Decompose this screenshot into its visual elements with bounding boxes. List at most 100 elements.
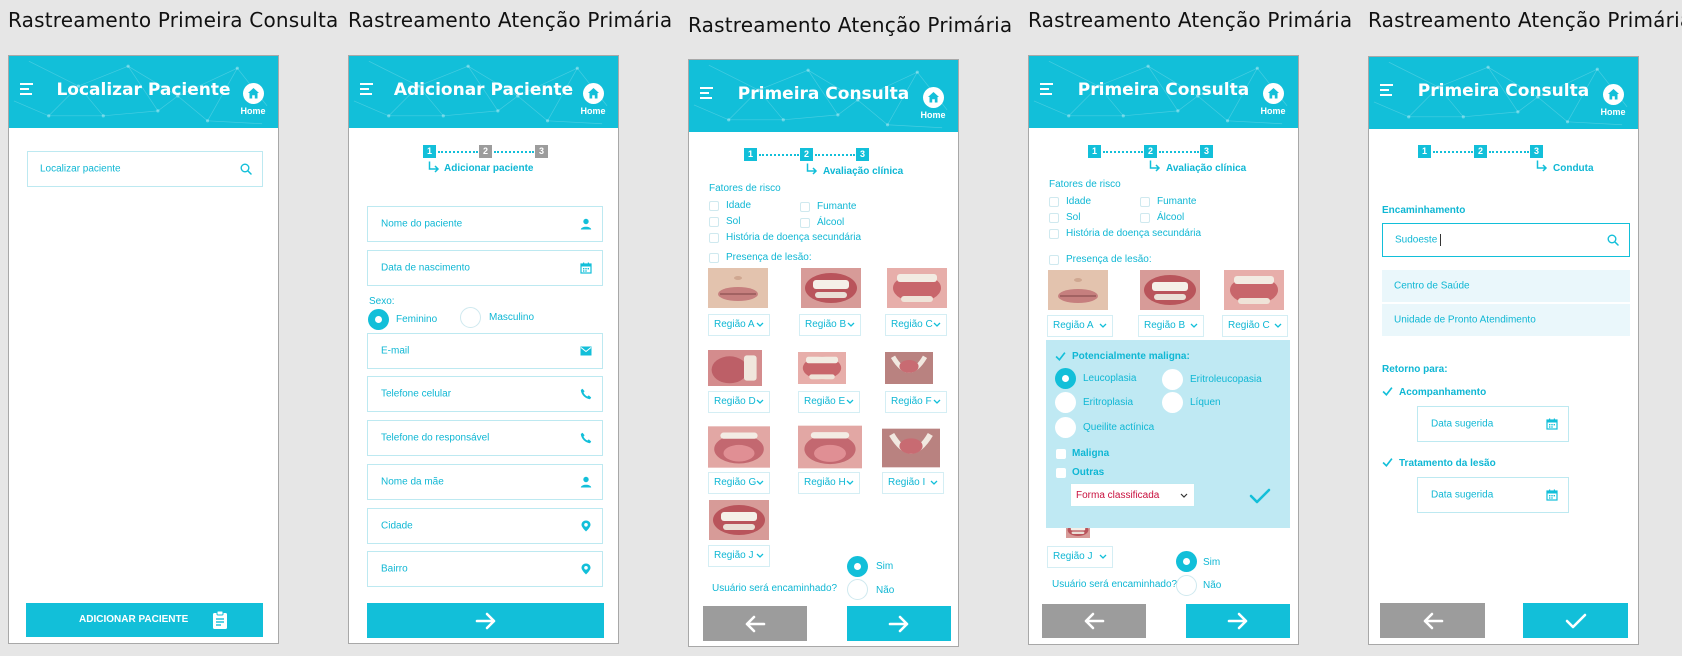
risk-historia-checkbox[interactable] <box>709 233 719 243</box>
mouth-photo-f[interactable] <box>885 348 933 388</box>
follow-up-check-icon[interactable] <box>1382 386 1393 397</box>
referral-search-input[interactable]: Sudoeste <box>1382 223 1630 257</box>
region-e-select[interactable]: Região E <box>798 391 860 413</box>
back-button[interactable] <box>703 606 807 641</box>
next-button[interactable] <box>1186 604 1290 638</box>
region-a-select[interactable]: Região A <box>1047 315 1113 337</box>
mouth-photo-a[interactable] <box>708 268 768 308</box>
region-h-select[interactable]: Região H <box>798 472 860 494</box>
referral-no-radio[interactable] <box>1176 575 1197 596</box>
treatment-check-icon[interactable] <box>1382 457 1393 468</box>
eritroleucoplasia-radio[interactable] <box>1162 369 1183 390</box>
mouth-photo-j[interactable] <box>708 500 770 540</box>
mouth-photo-b[interactable] <box>799 268 863 308</box>
region-c-select[interactable]: Região C <box>885 314 947 336</box>
referral-yes-radio[interactable] <box>1176 551 1197 572</box>
classification-select[interactable]: Forma classificada <box>1070 483 1195 507</box>
name-field[interactable]: Nome do paciente <box>367 206 603 242</box>
region-e-label: Região E <box>804 396 846 407</box>
eritroplasia-radio[interactable] <box>1055 392 1076 413</box>
search-input[interactable]: Localizar paciente <box>27 151 263 187</box>
birthdate-field[interactable]: Data de nascimento <box>367 250 603 286</box>
mouth-photo-a[interactable] <box>1047 270 1109 310</box>
name-placeholder: Nome do paciente <box>381 218 463 230</box>
risk-historia-checkbox[interactable] <box>1049 229 1059 239</box>
sex-masculino-radio[interactable] <box>460 307 481 328</box>
risk-factors-label: Fatores de risco <box>709 183 781 194</box>
confirm-button[interactable] <box>1523 603 1628 638</box>
risk-fumante-checkbox[interactable] <box>800 202 810 212</box>
lesion-presence-checkbox[interactable] <box>1049 255 1059 265</box>
treatment-date-field[interactable]: Data sugerida <box>1417 477 1569 513</box>
liquen-radio[interactable] <box>1162 392 1183 413</box>
maligna-checkbox[interactable] <box>1056 449 1066 459</box>
risk-idade-checkbox[interactable] <box>1049 197 1059 207</box>
referral-no-radio[interactable] <box>847 579 868 600</box>
mother-name-field[interactable]: Nome da mãe <box>367 464 603 500</box>
region-b-select[interactable]: Região B <box>799 314 861 336</box>
next-button[interactable] <box>847 606 951 641</box>
home-button[interactable]: Home <box>238 83 268 116</box>
referral-yes-radio[interactable] <box>847 556 868 577</box>
city-field[interactable]: Cidade <box>367 508 603 544</box>
queilite-radio[interactable] <box>1055 417 1076 438</box>
mouth-photo-e[interactable] <box>798 348 846 388</box>
cellphone-field[interactable]: Telefone celular <box>367 376 603 412</box>
region-b-select[interactable]: Região B <box>1138 315 1204 337</box>
next-button[interactable] <box>367 603 604 638</box>
step-3: 3 <box>856 148 869 161</box>
back-button[interactable] <box>1380 603 1485 638</box>
home-icon <box>587 87 600 100</box>
email-field[interactable]: E-mail <box>367 333 603 369</box>
risk-alcool-checkbox[interactable] <box>1140 213 1150 223</box>
suggestion-centro-saude[interactable]: Centro de Saúde <box>1382 270 1630 302</box>
arrow-right-icon <box>475 612 497 630</box>
region-a-select[interactable]: Região A <box>708 314 770 336</box>
city-placeholder: Cidade <box>381 520 413 532</box>
phone-icon <box>580 388 592 400</box>
region-j-select[interactable]: Região J <box>1047 546 1113 568</box>
region-c-select[interactable]: Região C <box>1222 315 1288 337</box>
risk-sol-checkbox[interactable] <box>709 217 719 227</box>
district-field[interactable]: Bairro <box>367 551 603 587</box>
outras-checkbox[interactable] <box>1056 468 1066 478</box>
risk-fumante-label: Fumante <box>1157 196 1197 207</box>
home-button[interactable]: Home <box>918 87 948 120</box>
risk-fumante-checkbox[interactable] <box>1140 197 1150 207</box>
risk-idade-checkbox[interactable] <box>709 201 719 211</box>
app-header: Primeira Consulta Home <box>689 60 958 132</box>
turn-arrow-icon <box>1149 160 1161 172</box>
home-button[interactable]: Home <box>1598 84 1628 117</box>
home-button[interactable]: Home <box>1258 83 1288 116</box>
mouth-photo-h[interactable] <box>798 425 862 469</box>
region-i-select[interactable]: Região I <box>882 472 944 494</box>
responsible-phone-field[interactable]: Telefone do responsável <box>367 420 603 456</box>
risk-sol-checkbox[interactable] <box>1049 213 1059 223</box>
turn-arrow-icon <box>1536 160 1548 172</box>
leucoplasia-radio[interactable] <box>1055 368 1076 389</box>
region-g-select[interactable]: Região G <box>708 472 770 494</box>
add-patient-button[interactable]: ADICIONAR PACIENTE <box>26 603 263 637</box>
mouth-photo-c[interactable] <box>885 268 949 308</box>
follow-up-date-field[interactable]: Data sugerida <box>1417 406 1569 442</box>
back-button[interactable] <box>1042 604 1146 638</box>
confirm-check-icon[interactable] <box>1249 488 1271 504</box>
mouth-photo-c[interactable] <box>1222 270 1286 310</box>
home-button[interactable]: Home <box>578 83 608 116</box>
chevron-down-icon <box>1099 323 1107 328</box>
region-j-select[interactable]: Região J <box>708 545 770 567</box>
mouth-photo-g[interactable] <box>708 425 770 469</box>
potential-check-icon[interactable] <box>1055 351 1066 362</box>
region-d-select[interactable]: Região D <box>708 391 770 413</box>
risk-alcool-checkbox[interactable] <box>800 218 810 228</box>
mouth-photo-b[interactable] <box>1138 270 1202 310</box>
person-icon <box>580 476 592 488</box>
step-2: 2 <box>1144 145 1157 158</box>
region-f-select[interactable]: Região F <box>885 391 947 413</box>
mouth-photo-d[interactable] <box>708 348 762 388</box>
sex-feminino-radio[interactable] <box>368 309 389 330</box>
mouth-photo-i[interactable] <box>882 425 940 471</box>
lesion-presence-checkbox[interactable] <box>709 253 719 263</box>
referral-yes-label: Sim <box>876 561 894 572</box>
suggestion-unidade-pronto-atendimento[interactable]: Unidade de Pronto Atendimento <box>1382 304 1630 336</box>
